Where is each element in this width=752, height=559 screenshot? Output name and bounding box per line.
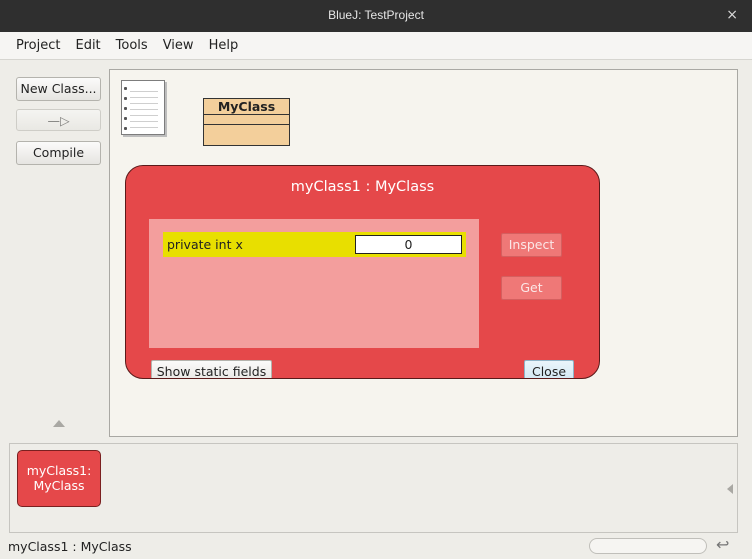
show-static-fields-button[interactable]: Show static fields [151,360,272,378]
binder-hole [124,97,127,100]
inspect-button[interactable]: Inspect [501,233,562,257]
status-bar: myClass1 : MyClass ↩ [0,535,752,559]
object-myclass1[interactable]: myClass1: MyClass [17,450,101,507]
binder-hole [124,117,127,120]
title-bar: BlueJ: TestProject × [0,0,752,32]
menu-bar: Project Edit Tools View Help [0,32,752,60]
class-myclass[interactable]: MyClass [203,98,290,146]
scroll-left-icon[interactable] [727,484,733,494]
readme-document-icon[interactable] [121,80,165,135]
menu-tools[interactable]: Tools [116,38,148,53]
new-class-button[interactable]: New Class... [16,77,101,101]
menu-project[interactable]: Project [16,38,60,53]
binder-hole [124,127,127,130]
text-line [130,91,158,92]
text-line [130,121,158,122]
fields-panel: private int x 0 [149,219,479,348]
object-type: MyClass [33,478,85,493]
text-line [130,115,158,116]
text-line [130,109,158,110]
collapse-up-icon[interactable] [53,420,65,427]
object-bench: myClass1: MyClass [9,443,738,533]
class-name-label: MyClass [204,99,289,115]
field-value: 0 [355,235,462,254]
window-title: BlueJ: TestProject [328,8,424,22]
compile-button[interactable]: Compile [16,141,101,165]
close-icon[interactable]: × [726,7,738,23]
class-diagram-canvas[interactable]: MyClass myClass1 : MyClass private int x… [109,69,738,437]
text-line [130,103,158,104]
progress-indicator [589,538,707,554]
menu-view[interactable]: View [163,38,194,53]
binder-hole [124,107,127,110]
class-separator [204,124,289,125]
text-line [130,127,158,128]
return-icon[interactable]: ↩ [716,535,729,554]
menu-edit[interactable]: Edit [75,38,100,53]
field-name: private int x [167,237,243,252]
binder-hole [124,87,127,90]
menu-help[interactable]: Help [209,38,239,53]
status-text: myClass1 : MyClass [8,539,132,554]
text-line [130,97,158,98]
object-name: myClass1: [26,463,92,478]
inheritance-arrow-button[interactable]: —▷ [16,109,101,131]
get-button[interactable]: Get [501,276,562,300]
field-row[interactable]: private int x 0 [163,232,466,257]
close-button[interactable]: Close [524,360,574,378]
left-toolbar: New Class... —▷ Compile [0,61,108,438]
inspector-title: myClass1 : MyClass [290,179,435,195]
object-inspector-dialog: myClass1 : MyClass private int x 0 Inspe… [125,165,600,379]
